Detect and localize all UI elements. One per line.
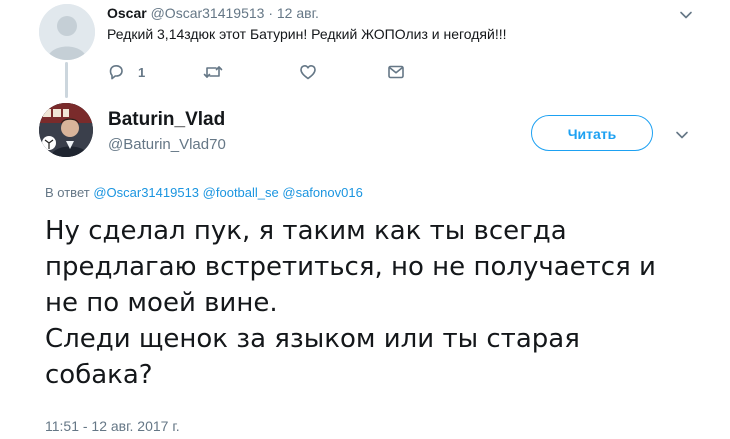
parent-tweet-header: Oscar @Oscar31419513 · 12 авг. [107,4,319,22]
heart-icon [300,65,316,80]
mention-link[interactable]: @safonov016 [282,185,362,200]
tweet-timestamp[interactable]: 11:51 - 12 авг. 2017 г. [45,417,180,435]
header-separator: · [268,5,273,21]
like-button[interactable] [299,62,317,82]
main-avatar[interactable] [39,103,93,157]
reply-context: В ответ @Oscar31419513 @football_se @saf… [45,184,363,202]
thread-line [65,62,68,98]
tweet-text-line: не по моей вине. [45,288,278,318]
envelope-icon [388,65,404,79]
tweet-text-line: собака? [45,360,153,390]
reply-prefix: В ответ [45,185,90,200]
parent-avatar[interactable] [39,4,95,60]
parent-more-chevron-down-icon[interactable] [679,8,693,22]
tweet-text: Ну сделал пук, я таким как ты всегда пре… [45,213,705,393]
main-author-handle[interactable]: @Baturin_Vlad70 [108,135,226,155]
retweet-icon [203,66,223,78]
main-more-chevron-down-icon[interactable] [675,128,689,142]
tweet-text-line: Ну сделал пук, я таким как ты всегда [45,216,567,246]
mention-link[interactable]: @Oscar31419513 [93,185,199,200]
parent-author-handle[interactable]: @Oscar31419513 [151,5,265,21]
default-profile-icon [39,4,95,60]
profile-photo-icon [39,103,93,157]
retweet-button[interactable] [203,62,223,82]
reply-icon [109,65,123,80]
reply-button[interactable]: 1 [107,62,145,82]
mention-link[interactable]: @football_se [203,185,279,200]
parent-tweet-text: Редкий 3,14здюк этот Батурин! Редкий ЖОП… [107,26,507,42]
parent-tweet-date[interactable]: 12 авг. [277,5,319,21]
main-author-name[interactable]: Baturin_Vlad [108,108,225,132]
direct-message-button[interactable] [387,62,405,82]
parent-author-name[interactable]: Oscar [107,5,147,21]
tweet-text-line: предлагаю встретиться, но не получается … [45,252,656,282]
tweet-text-line: Следи щенок за языком или ты старая [45,324,580,354]
follow-button[interactable]: Читать [531,115,653,151]
reply-count: 1 [138,64,146,80]
